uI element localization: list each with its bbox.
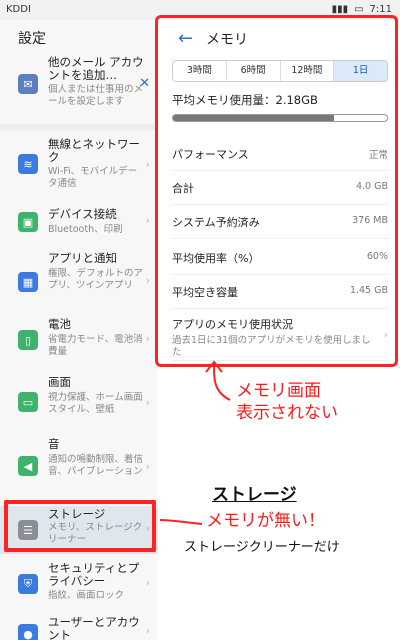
sidebar-item-storage[interactable]: ☰ ストレージ メモリ、ストレージクリーナー › — [0, 506, 158, 554]
annotation-storage-label: ストレージ — [212, 485, 297, 505]
time-range-tabs: 3時間 6時間 12時間 1日 — [172, 60, 388, 82]
divider — [172, 238, 388, 239]
shield-icon: ⛨ — [18, 574, 38, 594]
chevron-right-icon: › — [145, 460, 150, 473]
annotation-memory-not-shown: メモリ画面 表示されない — [236, 381, 338, 423]
stat-row-total: 合計 4.0 GB — [172, 181, 388, 195]
chevron-right-icon: › — [145, 624, 150, 637]
apps-icon: ▦ — [18, 272, 38, 292]
sidebar-item-wireless[interactable]: ≋ 無線とネットワーク Wi-Fi、モバイルデータ通信 › — [0, 136, 158, 196]
chevron-right-icon: › — [145, 274, 150, 287]
divider — [172, 204, 388, 205]
chevron-right-icon: › — [145, 576, 150, 589]
sidebar-item-apps-notifications[interactable]: ▦ アプリと通知 権限、デフォルトのアプリ、ツインアプリ › — [0, 250, 158, 318]
tab-6h[interactable]: 6時間 — [227, 61, 281, 81]
sound-icon: ◀ — [18, 456, 38, 476]
memory-title: メモリ — [206, 32, 248, 48]
chevron-right-icon: › — [383, 328, 388, 341]
stat-row-system-reserved: システム予約済み 376 MB — [172, 215, 388, 229]
stat-row-performance: パフォーマンス 正常 — [172, 148, 388, 161]
sidebar-item-device-connection[interactable]: ▣ デバイス接続 Bluetooth、印刷 › — [0, 206, 158, 248]
app-memory-usage-item[interactable]: アプリのメモリ使用状況 過去1日に31個のアプリがメモリを使用しました › — [172, 316, 388, 359]
memory-usage-bar-fill — [173, 115, 334, 121]
status-bar: KDDI ▮▮▮ ▭ 7:11 — [0, 0, 400, 20]
battery-icon: ▯ — [18, 330, 38, 350]
page-title: 設定 — [18, 31, 46, 47]
sidebar-item-sound[interactable]: ◀ 音 通知の鳴動制限、着信音、バイブレーション › — [0, 436, 158, 502]
divider — [172, 170, 388, 171]
sidebar-item-battery[interactable]: ▯ 電池 省電力モード、電池消費量 › — [0, 316, 158, 372]
tab-12h[interactable]: 12時間 — [281, 61, 335, 81]
user-icon: ● — [18, 624, 38, 640]
settings-list: 設定 ✉ 他のメール アカウントを追加… 個人または仕事用のメールを設定します … — [0, 20, 158, 640]
divider — [172, 360, 388, 361]
chevron-right-icon: › — [145, 214, 150, 227]
carrier-label: KDDI — [6, 4, 31, 15]
add-mail-account-item[interactable]: ✉ 他のメール アカウントを追加… 個人または仕事用のメールを設定します ✕ — [0, 54, 158, 124]
mail-icon: ✉ — [18, 74, 38, 94]
storage-icon: ☰ — [18, 520, 38, 540]
average-memory-usage: 平均メモリ使用量：2.18GB — [172, 93, 318, 107]
stat-row-average-free: 平均空き容量 1.45 GB — [172, 285, 388, 299]
sidebar-item-users[interactable]: ● ユーザーとアカウント › — [0, 614, 158, 640]
device-connect-icon: ▣ — [18, 212, 38, 232]
annotation-no-memory: メモリが無い！ — [206, 511, 325, 531]
divider — [0, 124, 158, 130]
divider — [172, 274, 388, 275]
wifi-icon: ≋ — [18, 154, 38, 174]
sidebar-item-display[interactable]: ▭ 画面 視力保護、ホーム画面スタイル、壁紙 › — [0, 374, 158, 440]
tab-1d[interactable]: 1日 — [334, 61, 387, 81]
memory-header: ← メモリ — [158, 20, 400, 56]
tab-3h[interactable]: 3時間 — [173, 61, 227, 81]
divider — [172, 308, 388, 309]
stat-row-average-usage: 平均使用率（%） 60% — [172, 251, 388, 265]
signal-icon: ▮▮▮ — [331, 4, 349, 15]
chevron-right-icon: › — [145, 158, 150, 171]
battery-status-icon: ▭ — [354, 4, 364, 15]
annotation-cleaner-only: ストレージクリーナーだけ — [184, 540, 340, 555]
back-arrow-icon[interactable]: ← — [178, 28, 193, 49]
chevron-right-icon: › — [145, 396, 150, 409]
clock: 7:11 — [369, 4, 392, 15]
memory-usage-bar — [172, 114, 388, 122]
display-icon: ▭ — [18, 392, 38, 412]
chevron-right-icon: › — [145, 522, 150, 535]
close-icon[interactable]: ✕ — [139, 76, 150, 91]
chevron-right-icon: › — [145, 332, 150, 345]
sidebar-item-security[interactable]: ⛨ セキュリティとプライバシー 指紋、画面ロック › — [0, 560, 158, 608]
